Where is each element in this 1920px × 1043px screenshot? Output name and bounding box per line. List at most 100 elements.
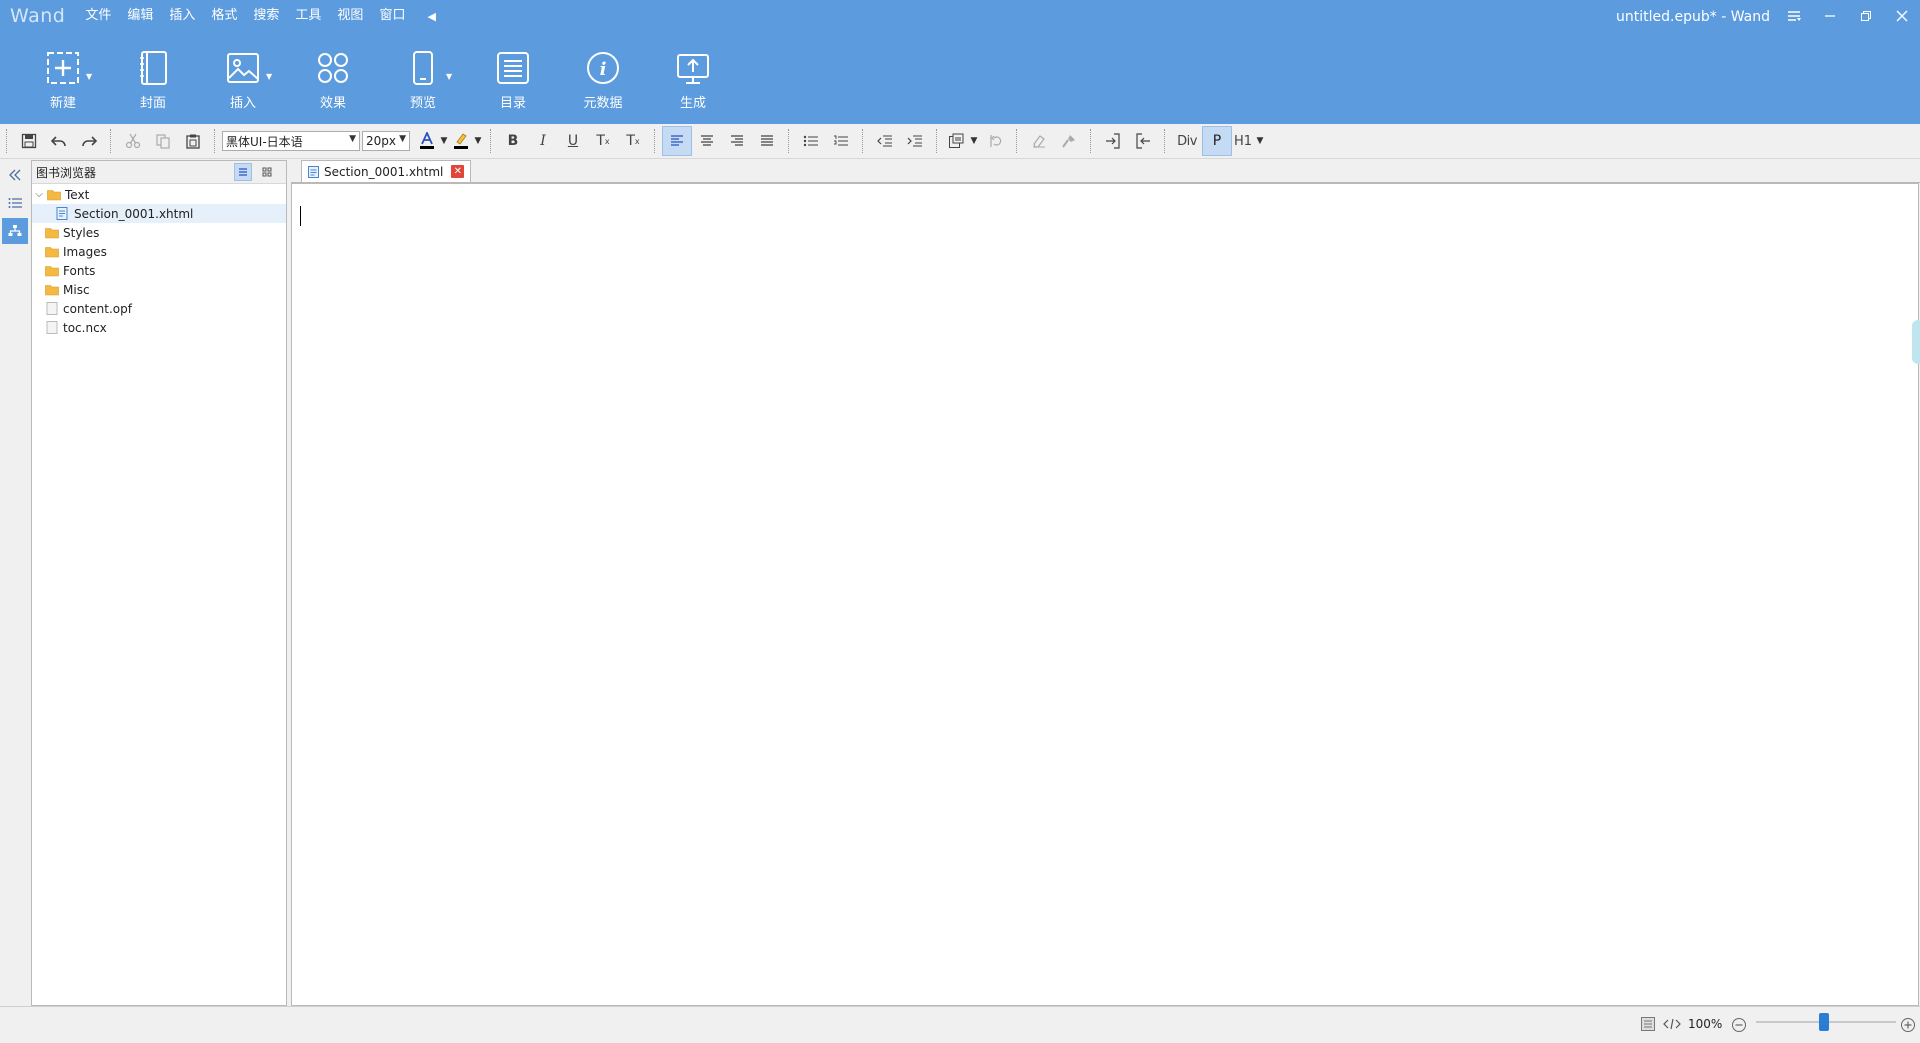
new-dropdown-icon[interactable]: ▼ [86,72,92,81]
outline-button[interactable] [2,190,28,216]
toolbar-grip[interactable] [1164,129,1169,153]
undo-icon [51,136,66,147]
import-button[interactable] [1098,126,1128,156]
menu-view[interactable]: 视图 [329,0,371,32]
insert-object-dropdown-icon[interactable]: ▼ [968,136,980,146]
toolbar-grip[interactable] [110,129,115,153]
preview-dropdown-icon[interactable]: ▼ [446,72,452,81]
toc-icon [497,52,529,84]
heading-button[interactable]: H1 [1232,126,1254,156]
tree-item-text[interactable]: ⌵ Text [32,185,286,204]
paste-button[interactable] [178,126,208,156]
format-painter-button[interactable] [1054,126,1084,156]
bold-button[interactable]: B [498,126,528,156]
paragraph-button[interactable]: P [1202,126,1232,156]
cut-button[interactable] [118,126,148,156]
div-button[interactable]: Div [1172,126,1202,156]
numbered-list-button[interactable] [826,126,856,156]
font-family-select[interactable]: 黑体UI-日本语 ▼ [222,131,360,151]
collapse-panel-button[interactable] [2,162,28,188]
toolbar-grip[interactable] [1090,129,1095,153]
toolbar-grip[interactable] [490,129,495,153]
heading-dropdown-icon[interactable]: ▼ [1254,136,1266,146]
menu-window[interactable]: 窗口 [371,0,413,32]
editor-canvas[interactable] [291,183,1920,1006]
align-center-button[interactable] [692,126,722,156]
list-view-button[interactable] [234,163,252,181]
highlight-dropdown-icon[interactable]: ▼ [472,136,484,146]
highlight-color-button[interactable] [450,126,472,156]
reset-style-button[interactable] [980,126,1010,156]
font-color-dropdown-icon[interactable]: ▼ [438,136,450,146]
generate-button[interactable]: 生成 [648,32,738,124]
zoom-slider-thumb[interactable] [1819,1013,1829,1031]
increase-indent-button[interactable] [900,126,930,156]
zoom-in-button[interactable] [1900,1017,1916,1036]
preview-button[interactable]: 预览 ▼ [378,32,468,124]
tree-item-images[interactable]: Images [32,242,286,261]
insert-object-button[interactable] [944,126,968,156]
toolbar-grip[interactable] [788,129,793,153]
design-view-icon [1641,1017,1655,1031]
tree-item-fonts[interactable]: Fonts [32,261,286,280]
expand-chevron-icon[interactable]: ⌵ [33,189,45,200]
tree-item-styles[interactable]: Styles [32,223,286,242]
toolbar-grip[interactable] [654,129,659,153]
code-view-button[interactable] [1663,1016,1681,1035]
insert-button[interactable]: 插入 ▼ [198,32,288,124]
clear-format-button[interactable] [1024,126,1054,156]
tree-item-section-0001[interactable]: Section_0001.xhtml [32,204,286,223]
menu-search[interactable]: 搜索 [245,0,287,32]
decrease-indent-button[interactable] [870,126,900,156]
underline-button[interactable]: U [558,126,588,156]
toolbar-grip[interactable] [862,129,867,153]
align-justify-button[interactable] [752,126,782,156]
file-icon [46,302,58,315]
tab-section-0001[interactable]: Section_0001.xhtml ✕ [301,160,472,182]
toolbar-grip[interactable] [6,129,11,153]
minimize-icon[interactable] [1812,0,1848,32]
menu-edit[interactable]: 编辑 [119,0,161,32]
toolbar-grip[interactable] [936,129,941,153]
menu-format[interactable]: 格式 [203,0,245,32]
menu-insert[interactable]: 插入 [161,0,203,32]
tree-item-toc-ncx[interactable]: toc.ncx [32,318,286,337]
menu-tools[interactable]: 工具 [287,0,329,32]
metadata-button[interactable]: i 元数据 [558,32,648,124]
undo-button[interactable] [44,126,74,156]
design-view-button[interactable] [1640,1016,1656,1035]
zoom-out-button[interactable] [1731,1017,1747,1036]
subscript-button[interactable]: Tx [618,126,648,156]
toc-button[interactable]: 目录 [468,32,558,124]
superscript-button[interactable]: Tx [588,126,618,156]
font-size-select[interactable]: 20px ▼ [362,131,410,151]
new-button[interactable]: 新建 ▼ [18,32,108,124]
cover-label: 封面 [139,96,166,111]
align-right-button[interactable] [722,126,752,156]
options-icon[interactable] [1776,0,1812,32]
italic-button[interactable]: I [528,126,558,156]
export-button[interactable] [1128,126,1158,156]
font-color-button[interactable] [416,126,438,156]
tree-item-misc[interactable]: Misc [32,280,286,299]
tab-close-icon[interactable]: ✕ [451,165,465,178]
redo-button[interactable] [74,126,104,156]
book-browser-button[interactable] [2,218,28,244]
save-button[interactable] [14,126,44,156]
tree-item-content-opf[interactable]: content.opf [32,299,286,318]
folder-icon [45,227,59,238]
close-icon[interactable] [1884,0,1920,32]
insert-dropdown-icon[interactable]: ▼ [266,72,272,81]
copy-button[interactable] [148,126,178,156]
align-left-button[interactable] [662,126,692,156]
cover-button[interactable]: 封面 [108,32,198,124]
effects-button[interactable]: 效果 [288,32,378,124]
collapse-menu-icon[interactable]: ◀ [427,10,435,23]
menu-file[interactable]: 文件 [77,0,119,32]
side-panel-handle[interactable] [1912,320,1920,364]
grid-view-button[interactable] [258,163,276,181]
toolbar-grip[interactable] [214,129,219,153]
bullet-list-button[interactable] [796,126,826,156]
toolbar-grip[interactable] [1016,129,1021,153]
restore-icon[interactable] [1848,0,1884,32]
